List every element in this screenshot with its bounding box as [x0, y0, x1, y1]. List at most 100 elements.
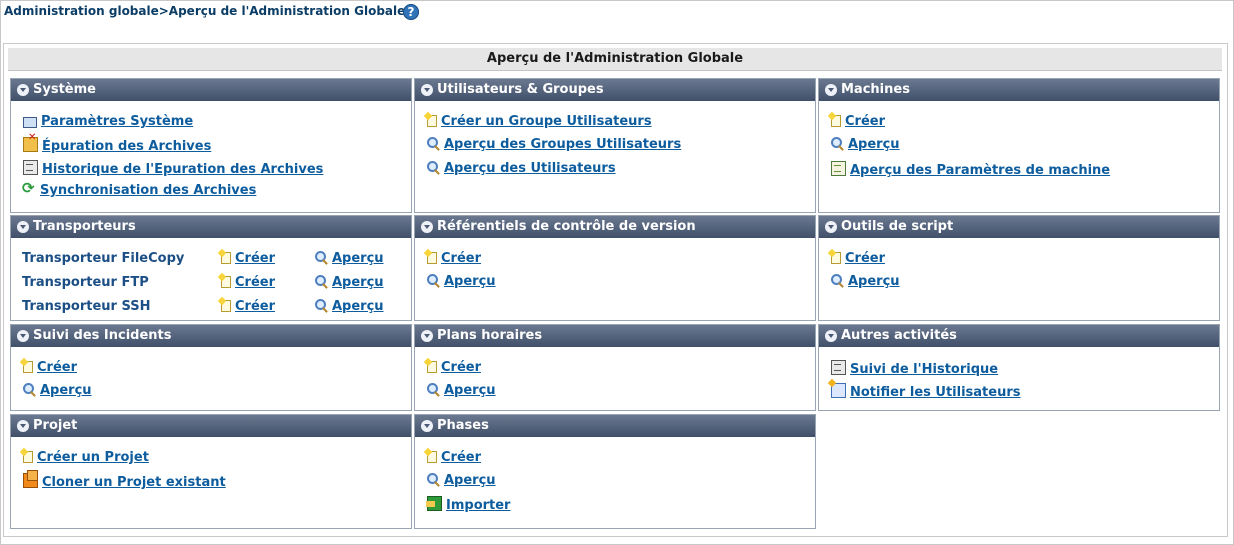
panel-header[interactable]: Référentiels de contrôle de version: [415, 216, 815, 238]
collapse-icon[interactable]: [17, 420, 29, 432]
magnifier-icon: [427, 473, 440, 486]
archive-sync-link[interactable]: Synchronisation des Archives: [22, 179, 256, 198]
panel-machines: Machines Créer Aperçu Aperçu des Paramèt…: [818, 78, 1220, 213]
purge-history-link[interactable]: Historique de l'Epuration des Archives: [23, 160, 323, 177]
schedules-overview-link[interactable]: Aperçu: [427, 383, 496, 398]
panel-header[interactable]: Suivi des Incidents: [11, 325, 411, 347]
create-incident-link[interactable]: Créer: [23, 360, 77, 375]
panel-referentiels: Référentiels de contrôle de version Crée…: [414, 215, 816, 321]
panel-header[interactable]: Phases: [415, 415, 815, 437]
collapse-icon[interactable]: [17, 221, 29, 233]
history-icon: [23, 160, 38, 175]
create-project-link[interactable]: Créer un Projet: [23, 450, 149, 465]
panel-transporteurs: Transporteurs Transporteur FileCopy Crée…: [10, 215, 412, 321]
panel-header[interactable]: Machines: [819, 79, 1219, 101]
machines-overview-link[interactable]: Aperçu: [831, 137, 900, 152]
magnifier-icon: [315, 275, 328, 288]
breadcrumb-link[interactable]: Administration globale>Aperçu de l'Admin…: [4, 4, 405, 18]
create-script-tool-link[interactable]: Créer: [831, 251, 885, 266]
import-phase-link[interactable]: Importer: [426, 496, 510, 513]
new-item-icon: [831, 252, 841, 264]
panel-title: Référentiels de contrôle de version: [437, 219, 696, 234]
magnifier-icon: [315, 251, 328, 264]
panel-header[interactable]: Système: [11, 79, 411, 101]
collapse-icon[interactable]: [421, 330, 433, 342]
create-repository-link[interactable]: Créer: [427, 251, 481, 266]
panel-title: Plans horaires: [437, 328, 543, 343]
users-overview-link[interactable]: Aperçu des Utilisateurs: [427, 161, 616, 176]
panel-header[interactable]: Autres activités: [819, 325, 1219, 347]
history-icon: [831, 360, 846, 375]
collapse-icon[interactable]: [17, 330, 29, 342]
transporter-label: Transporteur FTP: [22, 275, 149, 290]
panel-title: Projet: [33, 418, 78, 433]
new-item-icon: [427, 451, 437, 463]
magnifier-icon: [427, 161, 440, 174]
magnifier-icon: [427, 274, 440, 287]
system-settings-link[interactable]: Paramètres Système: [23, 114, 193, 129]
history-tracking-link[interactable]: Suivi de l'Historique: [831, 360, 998, 377]
create-user-group-link[interactable]: Créer un Groupe Utilisateurs: [427, 114, 652, 129]
new-item-icon: [427, 361, 437, 373]
new-item-icon: [23, 361, 33, 373]
view-filecopy-link[interactable]: Aperçu: [315, 251, 384, 266]
panel-header[interactable]: Projet: [11, 415, 411, 437]
magnifier-icon: [831, 137, 844, 150]
new-item-icon: [427, 115, 437, 127]
panel-title: Suivi des Incidents: [33, 328, 172, 343]
panel-autres: Autres activités Suivi de l'Historique N…: [818, 324, 1220, 411]
panel-outils: Outils de script Créer Aperçu: [818, 215, 1220, 321]
panel-header[interactable]: Utilisateurs & Groupes: [415, 79, 815, 101]
create-machine-link[interactable]: Créer: [831, 114, 885, 129]
magnifier-icon: [23, 383, 36, 396]
page-title: Aperçu de l'Administration Globale: [8, 47, 1222, 71]
create-filecopy-link[interactable]: Créer: [221, 251, 275, 266]
collapse-icon[interactable]: [421, 84, 433, 96]
incidents-overview-link[interactable]: Aperçu: [23, 383, 92, 398]
new-item-icon: [221, 252, 231, 264]
archive-purge-link[interactable]: Épuration des Archives: [23, 132, 211, 154]
monitor-icon: [23, 117, 37, 128]
clone-project-link[interactable]: Cloner un Projet existant: [23, 470, 226, 490]
create-phase-link[interactable]: Créer: [427, 450, 481, 465]
new-item-icon: [23, 451, 33, 463]
new-item-icon: [221, 276, 231, 288]
collapse-icon[interactable]: [421, 221, 433, 233]
panel-incidents: Suivi des Incidents Créer Aperçu: [10, 324, 412, 411]
help-icon[interactable]: ?: [403, 4, 419, 20]
panel-header[interactable]: Transporteurs: [11, 216, 411, 238]
panel-phases: Phases Créer Aperçu Importer: [414, 414, 816, 529]
panel-title: Utilisateurs & Groupes: [437, 82, 604, 97]
clone-icon: [23, 470, 38, 488]
panel-title: Outils de script: [841, 219, 954, 234]
new-item-icon: [427, 252, 437, 264]
parameters-icon: [831, 161, 846, 176]
view-ftp-link[interactable]: Aperçu: [315, 275, 384, 290]
panel-projet: Projet Créer un Projet Cloner un Projet …: [10, 414, 412, 529]
create-schedule-link[interactable]: Créer: [427, 360, 481, 375]
user-groups-overview-link[interactable]: Aperçu des Groupes Utilisateurs: [427, 137, 681, 152]
collapse-icon[interactable]: [825, 84, 837, 96]
collapse-icon[interactable]: [825, 330, 837, 342]
sync-icon: [22, 179, 36, 197]
panel-systeme: Système Paramètres Système Épuration des…: [10, 78, 412, 213]
create-ftp-link[interactable]: Créer: [221, 275, 275, 290]
panel-title: Transporteurs: [33, 219, 136, 234]
magnifier-icon: [427, 383, 440, 396]
panel-header[interactable]: Plans horaires: [415, 325, 815, 347]
collapse-icon[interactable]: [17, 84, 29, 96]
collapse-icon[interactable]: [825, 221, 837, 233]
script-tools-overview-link[interactable]: Aperçu: [831, 274, 900, 289]
repositories-overview-link[interactable]: Aperçu: [427, 274, 496, 289]
transporter-label: Transporteur FileCopy: [22, 251, 185, 266]
machine-params-overview-link[interactable]: Aperçu des Paramètres de machine: [831, 161, 1110, 178]
magnifier-icon: [427, 137, 440, 150]
collapse-icon[interactable]: [421, 420, 433, 432]
create-ssh-link[interactable]: Créer: [221, 299, 275, 314]
notify-icon: [831, 383, 846, 398]
panel-plans: Plans horaires Créer Aperçu: [414, 324, 816, 411]
notify-users-link[interactable]: Notifier les Utilisateurs: [831, 383, 1021, 400]
panel-header[interactable]: Outils de script: [819, 216, 1219, 238]
view-ssh-link[interactable]: Aperçu: [315, 299, 384, 314]
phases-overview-link[interactable]: Aperçu: [427, 473, 496, 488]
